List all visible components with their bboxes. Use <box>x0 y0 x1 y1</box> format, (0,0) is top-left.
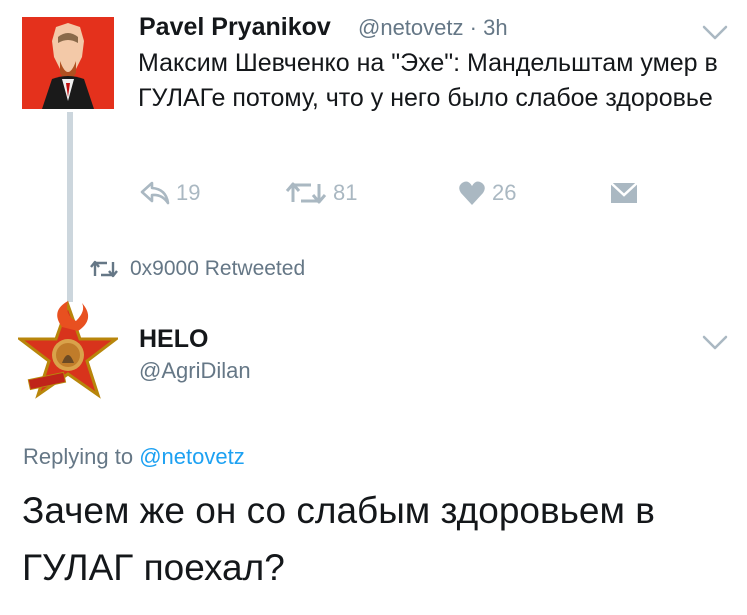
chevron-down-icon[interactable] <box>702 25 728 41</box>
tweet-timestamp[interactable]: 3h <box>483 15 507 40</box>
heart-icon <box>459 181 485 205</box>
replying-to-prefix: Replying to <box>23 444 134 469</box>
envelope-icon <box>610 182 638 203</box>
retweeted-by-text: 0x9000 Retweeted <box>130 257 306 280</box>
chevron-down-icon[interactable] <box>702 335 728 351</box>
reply-icon <box>140 181 170 205</box>
avatar-pavel-pryanikov[interactable] <box>22 17 114 109</box>
retweeted-by-banner[interactable]: 0x9000 Retweeted <box>90 254 305 284</box>
retweet-small-icon <box>90 260 118 278</box>
tweet-author-name[interactable]: Pavel Pryanikov <box>139 13 331 42</box>
like-count: 26 <box>492 180 517 205</box>
meta-separator: · <box>469 15 477 40</box>
tweet-text: Максим Шевченко на "Эхе": Мандельштам ум… <box>138 49 718 112</box>
like-button[interactable]: 26 <box>458 176 516 210</box>
reply-tweet-text: Зачем же он со слабым здоровьем в ГУЛАГ … <box>22 490 655 588</box>
retweet-button[interactable]: 81 <box>285 176 357 210</box>
avatar-image <box>15 300 121 399</box>
reply-author-name[interactable]: HELO <box>139 325 208 354</box>
tweet-author-meta: @netovetz · 3h <box>358 15 508 41</box>
tweet-actions: 19 81 26 <box>140 176 660 210</box>
avatar-image <box>22 17 114 109</box>
replying-to-line: Replying to @netovetz <box>23 444 245 470</box>
reply-button[interactable]: 19 <box>140 176 200 210</box>
direct-message-button[interactable] <box>610 176 638 210</box>
replying-to-mention[interactable]: @netovetz <box>139 444 245 469</box>
reply-author-handle[interactable]: @AgriDilan <box>139 358 251 384</box>
retweet-icon <box>285 182 327 204</box>
tweet-author-handle[interactable]: @netovetz <box>358 15 464 40</box>
avatar-helo[interactable] <box>15 300 121 410</box>
retweet-count: 81 <box>333 180 358 205</box>
reply-count: 19 <box>176 180 201 205</box>
thread-connector-line <box>67 112 73 302</box>
